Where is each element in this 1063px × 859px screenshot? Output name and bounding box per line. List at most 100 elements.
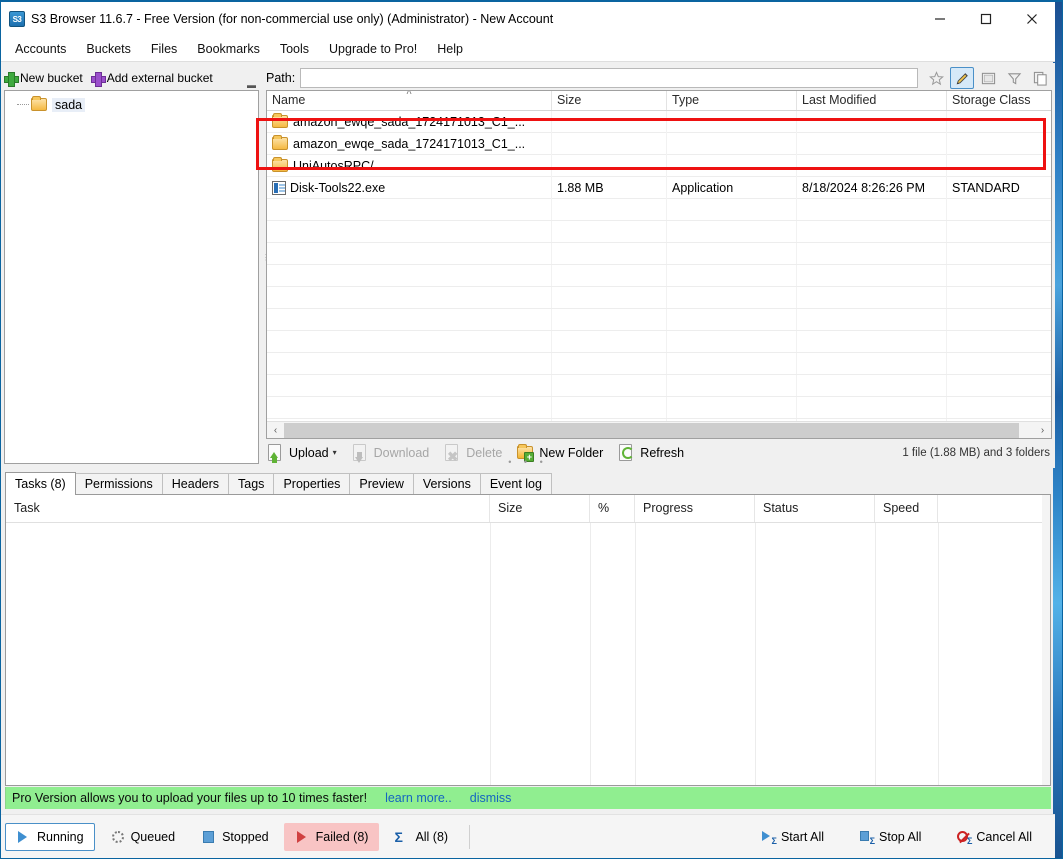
folder-icon [272, 157, 288, 172]
column-header-name[interactable]: ˄ Name [267, 91, 552, 110]
table-row[interactable]: Disk-Tools22.exe 1.88 MB Application 8/1… [267, 176, 1051, 199]
tab-tasks[interactable]: Tasks (8) [5, 472, 76, 495]
column-header-percent[interactable]: % [590, 495, 635, 522]
filter-all[interactable]: Σ All (8) [383, 823, 459, 851]
scroll-right-icon[interactable]: › [1034, 422, 1051, 439]
tab-headers[interactable]: Headers [161, 473, 230, 495]
empty-row [267, 221, 1051, 243]
executable-icon [272, 180, 286, 195]
table-row[interactable]: amazon_ewqe_sada_1724171013_C1_... [267, 132, 1051, 155]
path-bar: Path: [266, 66, 1052, 90]
play-triangle-icon [16, 830, 32, 844]
s3-browser-window: S3 S3 Browser 11.6.7 - Free Version (for… [0, 0, 1063, 859]
copy-icon[interactable] [1028, 67, 1052, 89]
close-icon[interactable] [1009, 2, 1055, 36]
file-list-horizontal-scrollbar[interactable]: ‹ › [267, 421, 1051, 438]
folder-icon [272, 113, 288, 128]
tab-properties[interactable]: Properties [273, 473, 351, 495]
column-header-speed[interactable]: Speed [875, 495, 938, 522]
chevron-down-icon[interactable]: ▾ [333, 448, 337, 457]
tab-event-log[interactable]: Event log [479, 473, 552, 495]
toolbar-overflow-icon[interactable]: ▬ [246, 74, 257, 90]
menu-help[interactable]: Help [427, 38, 473, 60]
tab-versions[interactable]: Versions [412, 473, 481, 495]
sigma-icon: Σ [394, 829, 403, 845]
filter-stopped[interactable]: Stopped [190, 823, 280, 851]
filter-running[interactable]: Running [5, 823, 95, 851]
empty-row [267, 287, 1051, 309]
start-all-icon: Σ [760, 830, 777, 846]
empty-row [267, 309, 1051, 331]
favorite-star-icon[interactable] [924, 67, 948, 89]
tab-preview[interactable]: Preview [349, 473, 414, 495]
add-external-bucket-button[interactable]: Add external bucket [90, 71, 213, 87]
task-grid-column-lines [6, 523, 1050, 785]
menu-accounts[interactable]: Accounts [5, 38, 76, 60]
file-list[interactable]: ˄ Name Size Type Last Modified Storage C… [266, 90, 1052, 439]
file-name-cell: amazon_ewqe_sada_1724171013_C1_... [267, 110, 552, 133]
bucket-tree[interactable]: sada [4, 90, 259, 464]
task-grid-header: Task Size % Progress Status Speed [6, 495, 1050, 523]
filter-queued[interactable]: Queued [99, 823, 186, 851]
edit-pencil-icon[interactable] [950, 67, 974, 89]
horizontal-splitter[interactable]: • • • [1, 457, 1055, 468]
file-type-cell: Application [667, 176, 797, 199]
scroll-left-icon[interactable]: ‹ [267, 422, 284, 439]
column-header-filler [938, 495, 1050, 522]
plus-green-icon [4, 71, 19, 87]
file-modified-cell [797, 110, 947, 133]
stop-all-button[interactable]: Σ Stop All [847, 823, 932, 851]
task-grid-vertical-scrollbar[interactable] [1042, 495, 1050, 785]
empty-row [267, 265, 1051, 287]
bucket-tree-item-sada[interactable]: sada [5, 95, 258, 114]
window-controls [917, 2, 1055, 36]
task-grid[interactable]: Task Size % Progress Status Speed [5, 494, 1051, 786]
bucket-toolbar: New bucket Add external bucket ▬ [4, 66, 259, 90]
app-icon: S3 [9, 11, 25, 27]
scroll-track[interactable] [284, 422, 1034, 439]
menu-upgrade-to-pro[interactable]: Upgrade to Pro! [319, 38, 427, 60]
dismiss-link[interactable]: dismiss [470, 791, 512, 805]
menu-bookmarks[interactable]: Bookmarks [187, 38, 270, 60]
empty-row [267, 199, 1051, 221]
table-row[interactable]: amazon_ewqe_sada_1724171013_C1_... [267, 110, 1051, 133]
minimize-icon[interactable] [917, 2, 963, 36]
filter-failed[interactable]: Failed (8) [283, 823, 380, 851]
new-bucket-label: New bucket [20, 71, 83, 85]
column-header-size[interactable]: Size [490, 495, 590, 522]
files-pane: Path: ˄ Name Size Type Last Modified Sto… [266, 66, 1052, 464]
table-row[interactable]: UniAutosRPC/ [267, 154, 1051, 177]
column-header-progress[interactable]: Progress [635, 495, 755, 522]
new-bucket-button[interactable]: New bucket [4, 71, 83, 87]
learn-more-link[interactable]: learn more.. [385, 791, 452, 805]
column-header-type[interactable]: Type [667, 91, 797, 110]
filter-funnel-icon[interactable] [1002, 67, 1026, 89]
tab-tags[interactable]: Tags [228, 473, 275, 495]
file-type-cell [667, 154, 797, 177]
maximize-icon[interactable] [963, 2, 1009, 36]
column-header-last-modified[interactable]: Last Modified [797, 91, 947, 110]
file-storage-cell: STANDARD [952, 180, 1020, 195]
column-header-task[interactable]: Task [6, 495, 490, 522]
column-header-storage-class[interactable]: Storage Class [947, 91, 1051, 110]
main-area: New bucket Add external bucket ▬ sada ⋮ [1, 63, 1055, 468]
file-type-cell [667, 110, 797, 133]
folder-icon [272, 135, 288, 150]
panel-toggle-icon[interactable] [976, 67, 1000, 89]
tab-permissions[interactable]: Permissions [74, 473, 163, 495]
menu-files[interactable]: Files [141, 38, 187, 60]
scroll-thumb[interactable] [284, 422, 1019, 438]
path-input[interactable] [300, 68, 918, 88]
column-header-size[interactable]: Size [552, 91, 667, 110]
column-header-status[interactable]: Status [755, 495, 875, 522]
file-size-cell: 1.88 MB [552, 176, 667, 199]
buckets-pane: New bucket Add external bucket ▬ sada [4, 66, 259, 464]
menu-buckets[interactable]: Buckets [76, 38, 140, 60]
cancel-all-icon: Σ [955, 830, 972, 846]
start-all-button[interactable]: Σ Start All [749, 823, 835, 851]
stop-square-icon [201, 830, 217, 844]
cancel-all-button[interactable]: Σ Cancel All [944, 823, 1043, 851]
window-title: S3 Browser 11.6.7 - Free Version (for no… [31, 12, 554, 26]
menu-tools[interactable]: Tools [270, 38, 319, 60]
file-modified-cell [797, 132, 947, 155]
